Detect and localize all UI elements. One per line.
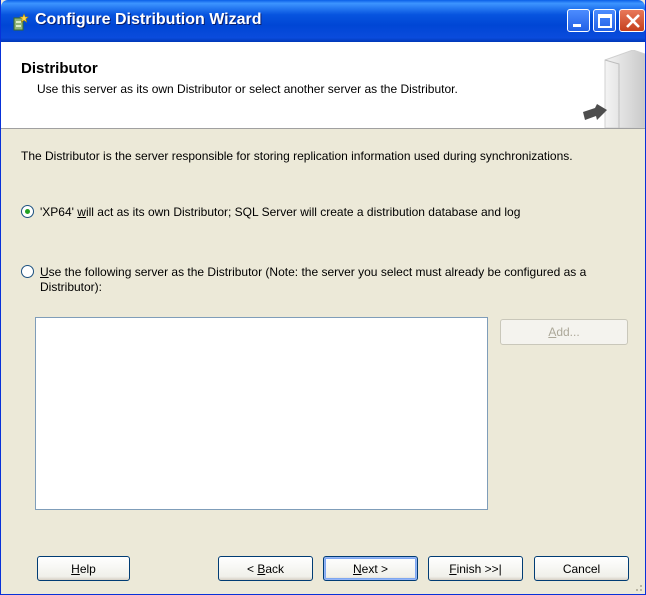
wizard-icon (13, 13, 29, 31)
finish-button[interactable]: Finish >>| (428, 556, 523, 581)
radio-self-distributor[interactable] (21, 205, 34, 218)
minimize-button[interactable] (567, 9, 590, 32)
wizard-header: Distributor Use this server as its own D… (1, 42, 645, 129)
add-server-button[interactable]: Add... (500, 319, 628, 345)
option-other-distributor[interactable]: Use the following server as the Distribu… (21, 265, 611, 295)
minimize-icon (573, 24, 581, 27)
option-self-distributor[interactable]: 'XP64' will act as its own Distributor; … (21, 205, 520, 220)
option-self-label: 'XP64' will act as its own Distributor; … (40, 205, 521, 219)
distributor-description: The Distributor is the server responsibl… (21, 149, 573, 163)
option-other-label: Use the following server as the Distribu… (40, 265, 587, 294)
close-button[interactable] (619, 9, 645, 32)
page-subtitle: Use this server as its own Distributor o… (37, 82, 458, 96)
page-title: Distributor (21, 60, 98, 77)
cancel-button[interactable]: Cancel (534, 556, 629, 581)
back-button[interactable]: < Back (218, 556, 313, 581)
resize-grip-icon[interactable] (631, 580, 643, 592)
window-title: Configure Distribution Wizard (35, 11, 262, 28)
help-button[interactable]: Help (37, 556, 130, 581)
close-icon (626, 14, 640, 28)
distributor-server-list[interactable] (35, 317, 488, 510)
next-button[interactable]: Next > (323, 556, 418, 581)
wizard-window: Configure Distribution Wizard Distributo… (0, 0, 646, 595)
server-icon (583, 50, 645, 128)
title-bar[interactable]: Configure Distribution Wizard (1, 0, 645, 42)
maximize-icon (598, 14, 612, 28)
maximize-button[interactable] (593, 9, 616, 32)
radio-other-distributor[interactable] (21, 265, 34, 278)
